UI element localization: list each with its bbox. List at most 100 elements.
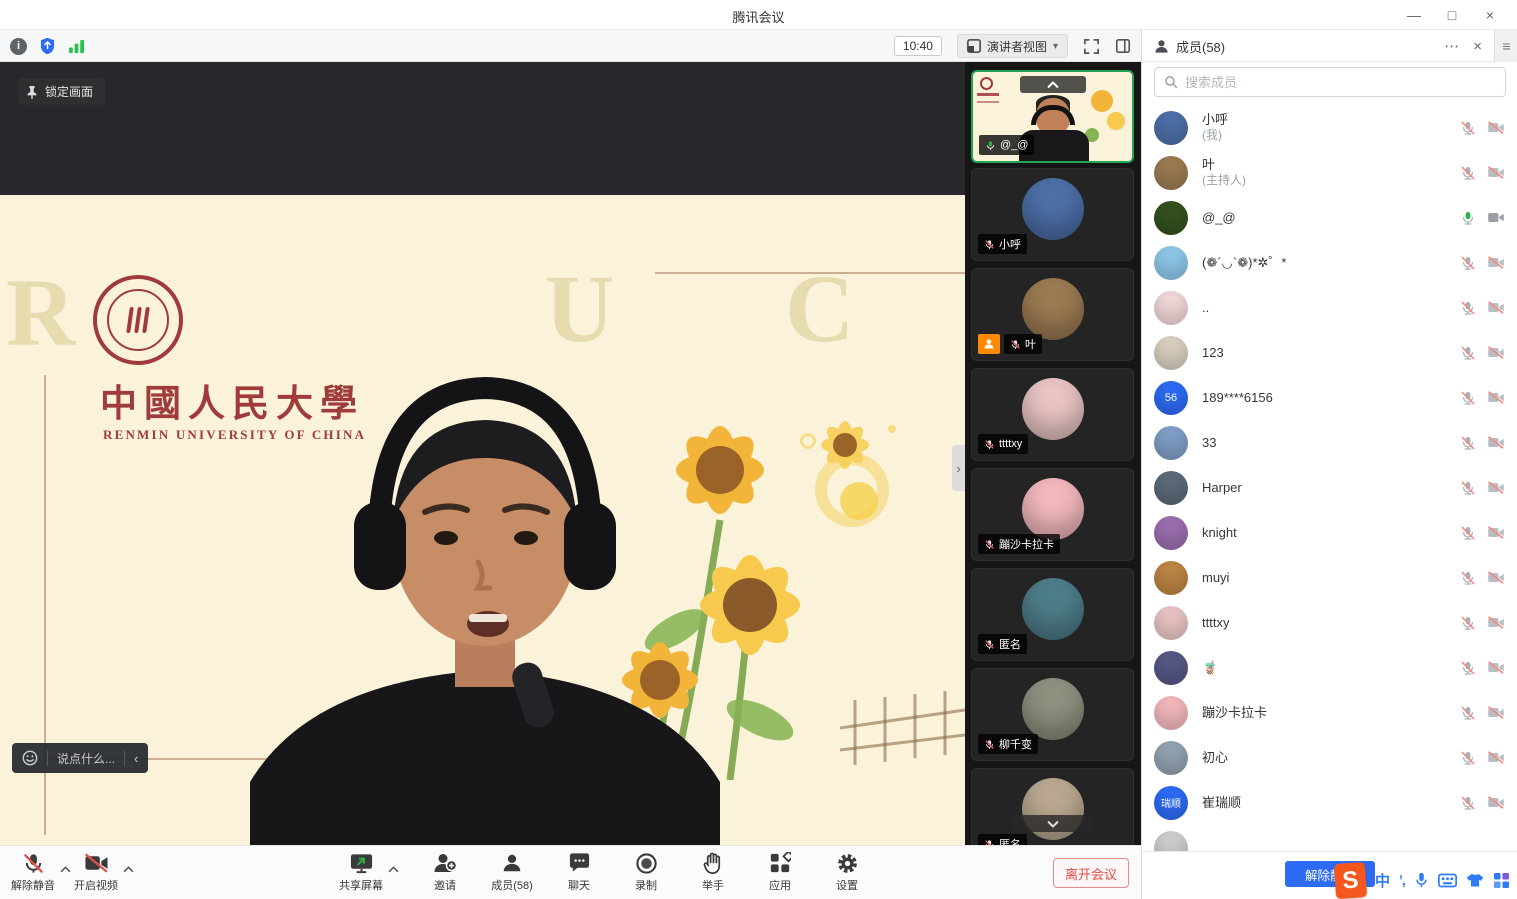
watermark-letter: R	[6, 257, 75, 368]
ime-toolbox-grid-icon[interactable]	[1493, 872, 1510, 889]
pin-icon	[26, 85, 38, 99]
quick-chat-bar[interactable]: 说点什么... ‹	[12, 743, 148, 773]
member-row[interactable]: ..	[1142, 285, 1517, 330]
video-tile[interactable]: 匿名	[971, 568, 1134, 661]
member-row[interactable]: 56 189****6156	[1142, 375, 1517, 420]
close-panel-icon[interactable]: ×	[1473, 38, 1482, 55]
record-icon	[635, 852, 658, 875]
camera-status-icon	[1487, 255, 1505, 270]
collapse-strip-button[interactable]	[1020, 76, 1086, 93]
panel-menu-icon[interactable]: ≡	[1494, 30, 1517, 62]
tile-name-chip: 柳千变	[978, 734, 1038, 754]
security-shield-icon[interactable]	[39, 37, 56, 55]
window-title: 腾讯会议	[0, 7, 1517, 26]
close-button[interactable]: ×	[1471, 0, 1509, 30]
ime-keyboard-icon[interactable]	[1438, 873, 1457, 888]
member-row[interactable]: ttttxy	[1142, 600, 1517, 645]
member-name: 小呼	[1202, 112, 1228, 128]
member-row[interactable]: knight	[1142, 510, 1517, 555]
mic-status-icon	[1460, 480, 1476, 496]
video-options-caret[interactable]	[123, 860, 134, 878]
main-video-stage[interactable]: R U C 中國人民大學 RENMIN UNIVERSITY OF CHINA	[0, 62, 965, 845]
camera-status-icon	[1487, 705, 1505, 720]
view-mode-dropdown[interactable]: 演讲者视图 ▾	[957, 34, 1068, 58]
member-row[interactable]: 33	[1142, 420, 1517, 465]
member-row[interactable]: 🧋	[1142, 645, 1517, 690]
members-button[interactable]: 成员(58)	[489, 851, 535, 893]
scroll-down-thumbnails-button[interactable]	[1013, 815, 1093, 832]
record-button[interactable]: 录制	[623, 851, 669, 893]
member-row[interactable]: 初心	[1142, 735, 1517, 780]
sogou-logo-icon[interactable]: S	[1334, 861, 1367, 898]
member-name: (❁´◡`❁)*✲゜*	[1202, 255, 1286, 271]
camera-status-icon	[1487, 570, 1505, 585]
share-screen-button[interactable]: 共享屏幕	[338, 851, 384, 893]
member-row[interactable]: 叶(主持人)	[1142, 150, 1517, 195]
member-row[interactable]: @_@	[1142, 195, 1517, 240]
member-name: 蹦沙卡拉卡	[1202, 705, 1267, 721]
ime-skin-shirt-icon[interactable]	[1466, 872, 1484, 888]
expand-panel-handle[interactable]: ›	[952, 445, 965, 491]
video-tile[interactable]: 叶	[971, 268, 1134, 361]
chat-input-prompt[interactable]: 说点什么...	[57, 750, 115, 767]
network-signal-icon[interactable]	[68, 39, 85, 54]
minimize-button[interactable]: —	[1395, 0, 1433, 30]
leave-meeting-button[interactable]: 离开会议	[1053, 858, 1129, 888]
member-row[interactable]: 123	[1142, 330, 1517, 375]
mic-muted-icon	[984, 538, 995, 551]
member-row[interactable]: Harper	[1142, 465, 1517, 510]
mic-status-icon	[1460, 120, 1476, 136]
lock-view-button[interactable]: 锁定画面	[18, 78, 105, 105]
settings-button[interactable]: 设置	[824, 851, 870, 893]
fullscreen-icon[interactable]	[1083, 38, 1100, 55]
ime-voice-icon[interactable]	[1414, 871, 1429, 889]
member-row[interactable]: 小呼(我)	[1142, 105, 1517, 150]
chat-button[interactable]: 聊天	[556, 851, 602, 893]
slide-frame-line	[655, 272, 965, 274]
share-options-caret[interactable]	[388, 860, 399, 893]
view-controls: 10:40 演讲者视图 ▾	[894, 30, 1131, 62]
unmute-mic-button[interactable]: 解除静音	[10, 851, 56, 893]
invite-button[interactable]: 邀请	[422, 851, 468, 893]
apps-button[interactable]: 应用	[757, 851, 803, 893]
video-tile[interactable]: 小呼	[971, 168, 1134, 261]
search-input[interactable]	[1185, 75, 1496, 90]
video-tile[interactable]: ttttxy	[971, 368, 1134, 461]
avatar	[1154, 741, 1188, 775]
more-options-icon[interactable]: ⋯	[1444, 37, 1459, 55]
video-tile-active-speaker[interactable]: @_@	[971, 70, 1134, 163]
tile-name-chip: ttttxy	[978, 434, 1028, 454]
mic-options-caret[interactable]	[60, 860, 71, 878]
member-row[interactable]: (❁´◡`❁)*✲゜*	[1142, 240, 1517, 285]
ime-language-toggle[interactable]: 中	[1375, 870, 1390, 891]
start-video-button[interactable]: 开启视频	[73, 851, 119, 893]
mic-status-icon	[1460, 390, 1476, 406]
side-panel-toggle-icon[interactable]	[1115, 38, 1131, 54]
layout-grid-icon	[967, 39, 981, 53]
video-tile[interactable]: 蹦沙卡拉卡	[971, 468, 1134, 561]
video-tile[interactable]: 匿名	[971, 768, 1134, 845]
avatar	[1022, 578, 1084, 640]
member-row[interactable]: 蹦沙卡拉卡	[1142, 690, 1517, 735]
mic-status-icon	[1460, 435, 1476, 451]
member-row[interactable]: muyi	[1142, 555, 1517, 600]
tencent-meeting-window: 腾讯会议 — □ × i 10:40 演讲者视图 ▾	[0, 0, 1517, 899]
member-row[interactable]: 瑞顺 崔瑞顺	[1142, 780, 1517, 825]
ime-punctuation-toggle[interactable]: ’,	[1399, 872, 1405, 888]
mic-muted-icon	[984, 638, 995, 651]
fence	[840, 691, 965, 765]
titlebar: 腾讯会议 — □ ×	[0, 0, 1517, 30]
ime-toolbar: S 中 ’,	[1335, 861, 1510, 899]
watermark-letter: C	[785, 253, 854, 364]
video-tile[interactable]: 柳千变	[971, 668, 1134, 761]
member-row-partial[interactable]	[1142, 825, 1517, 851]
search-icon	[1164, 75, 1178, 89]
maximize-button[interactable]: □	[1433, 0, 1471, 30]
members-list: 小呼(我) 叶(主持人) @_@ (❁´◡`❁)*✲゜* ..	[1142, 105, 1517, 851]
chevron-down-icon: ▾	[1053, 41, 1058, 52]
raise-hand-button[interactable]: 举手	[690, 851, 736, 893]
mic-status-icon	[1460, 255, 1476, 271]
member-search-box[interactable]	[1154, 67, 1506, 97]
meeting-info-icon[interactable]: i	[10, 38, 27, 55]
collapse-chat-icon[interactable]: ‹	[134, 751, 138, 766]
